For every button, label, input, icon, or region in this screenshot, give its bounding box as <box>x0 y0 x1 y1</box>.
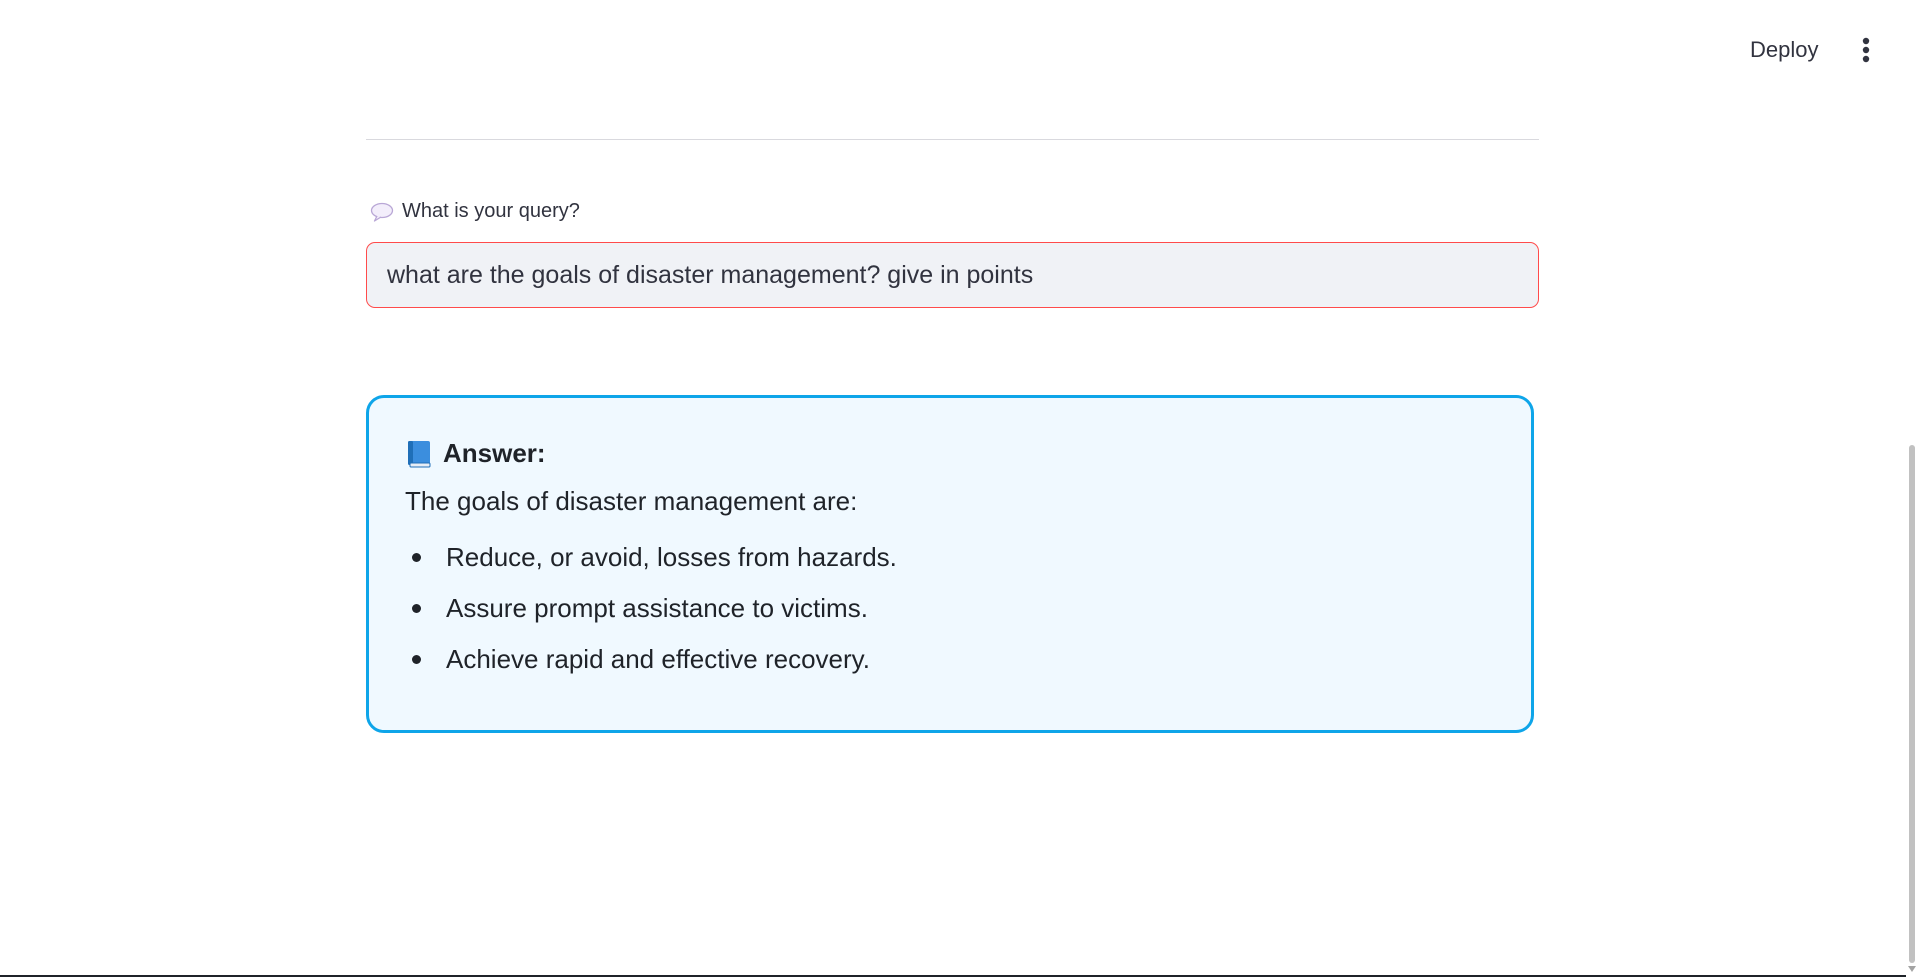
query-label-text: What is your query? <box>402 200 580 222</box>
answer-card: Answer: The goals of disaster management… <box>366 395 1534 733</box>
section-divider <box>366 139 1539 140</box>
list-item-text: Reduce, or avoid, losses from hazards. <box>446 542 897 572</box>
bullet-icon <box>412 655 421 664</box>
answer-intro: The goals of disaster management are: <box>405 486 858 516</box>
list-item: Achieve rapid and effective recovery. <box>405 634 897 685</box>
bullet-icon <box>412 553 421 562</box>
list-item-text: Achieve rapid and effective recovery. <box>446 644 870 674</box>
bullet-icon <box>412 604 421 613</box>
top-toolbar: Deploy <box>0 0 1900 96</box>
query-input-container <box>366 242 1539 308</box>
answer-heading-text: Answer: <box>443 438 546 468</box>
query-label: What is your query? <box>370 200 580 223</box>
scroll-down-arrow-icon[interactable] <box>1908 966 1916 972</box>
answer-heading: Answer: <box>405 438 546 469</box>
app-root: Deploy What is your query? Answer: <box>0 0 1918 977</box>
speech-bubble-icon <box>370 202 394 222</box>
list-item: Assure prompt assistance to victims. <box>405 583 897 634</box>
main-menu-button[interactable] <box>1852 32 1880 68</box>
scrollbar-thumb[interactable] <box>1909 445 1915 963</box>
query-input[interactable] <box>367 243 1538 307</box>
vertical-scrollbar[interactable] <box>1906 0 1918 977</box>
deploy-button[interactable]: Deploy <box>1736 32 1832 68</box>
blue-book-icon <box>408 440 431 467</box>
more-vertical-icon <box>1862 37 1870 63</box>
list-item: Reduce, or avoid, losses from hazards. <box>405 532 897 583</box>
answer-list: Reduce, or avoid, losses from hazards. A… <box>405 532 897 685</box>
list-item-text: Assure prompt assistance to victims. <box>446 593 868 623</box>
